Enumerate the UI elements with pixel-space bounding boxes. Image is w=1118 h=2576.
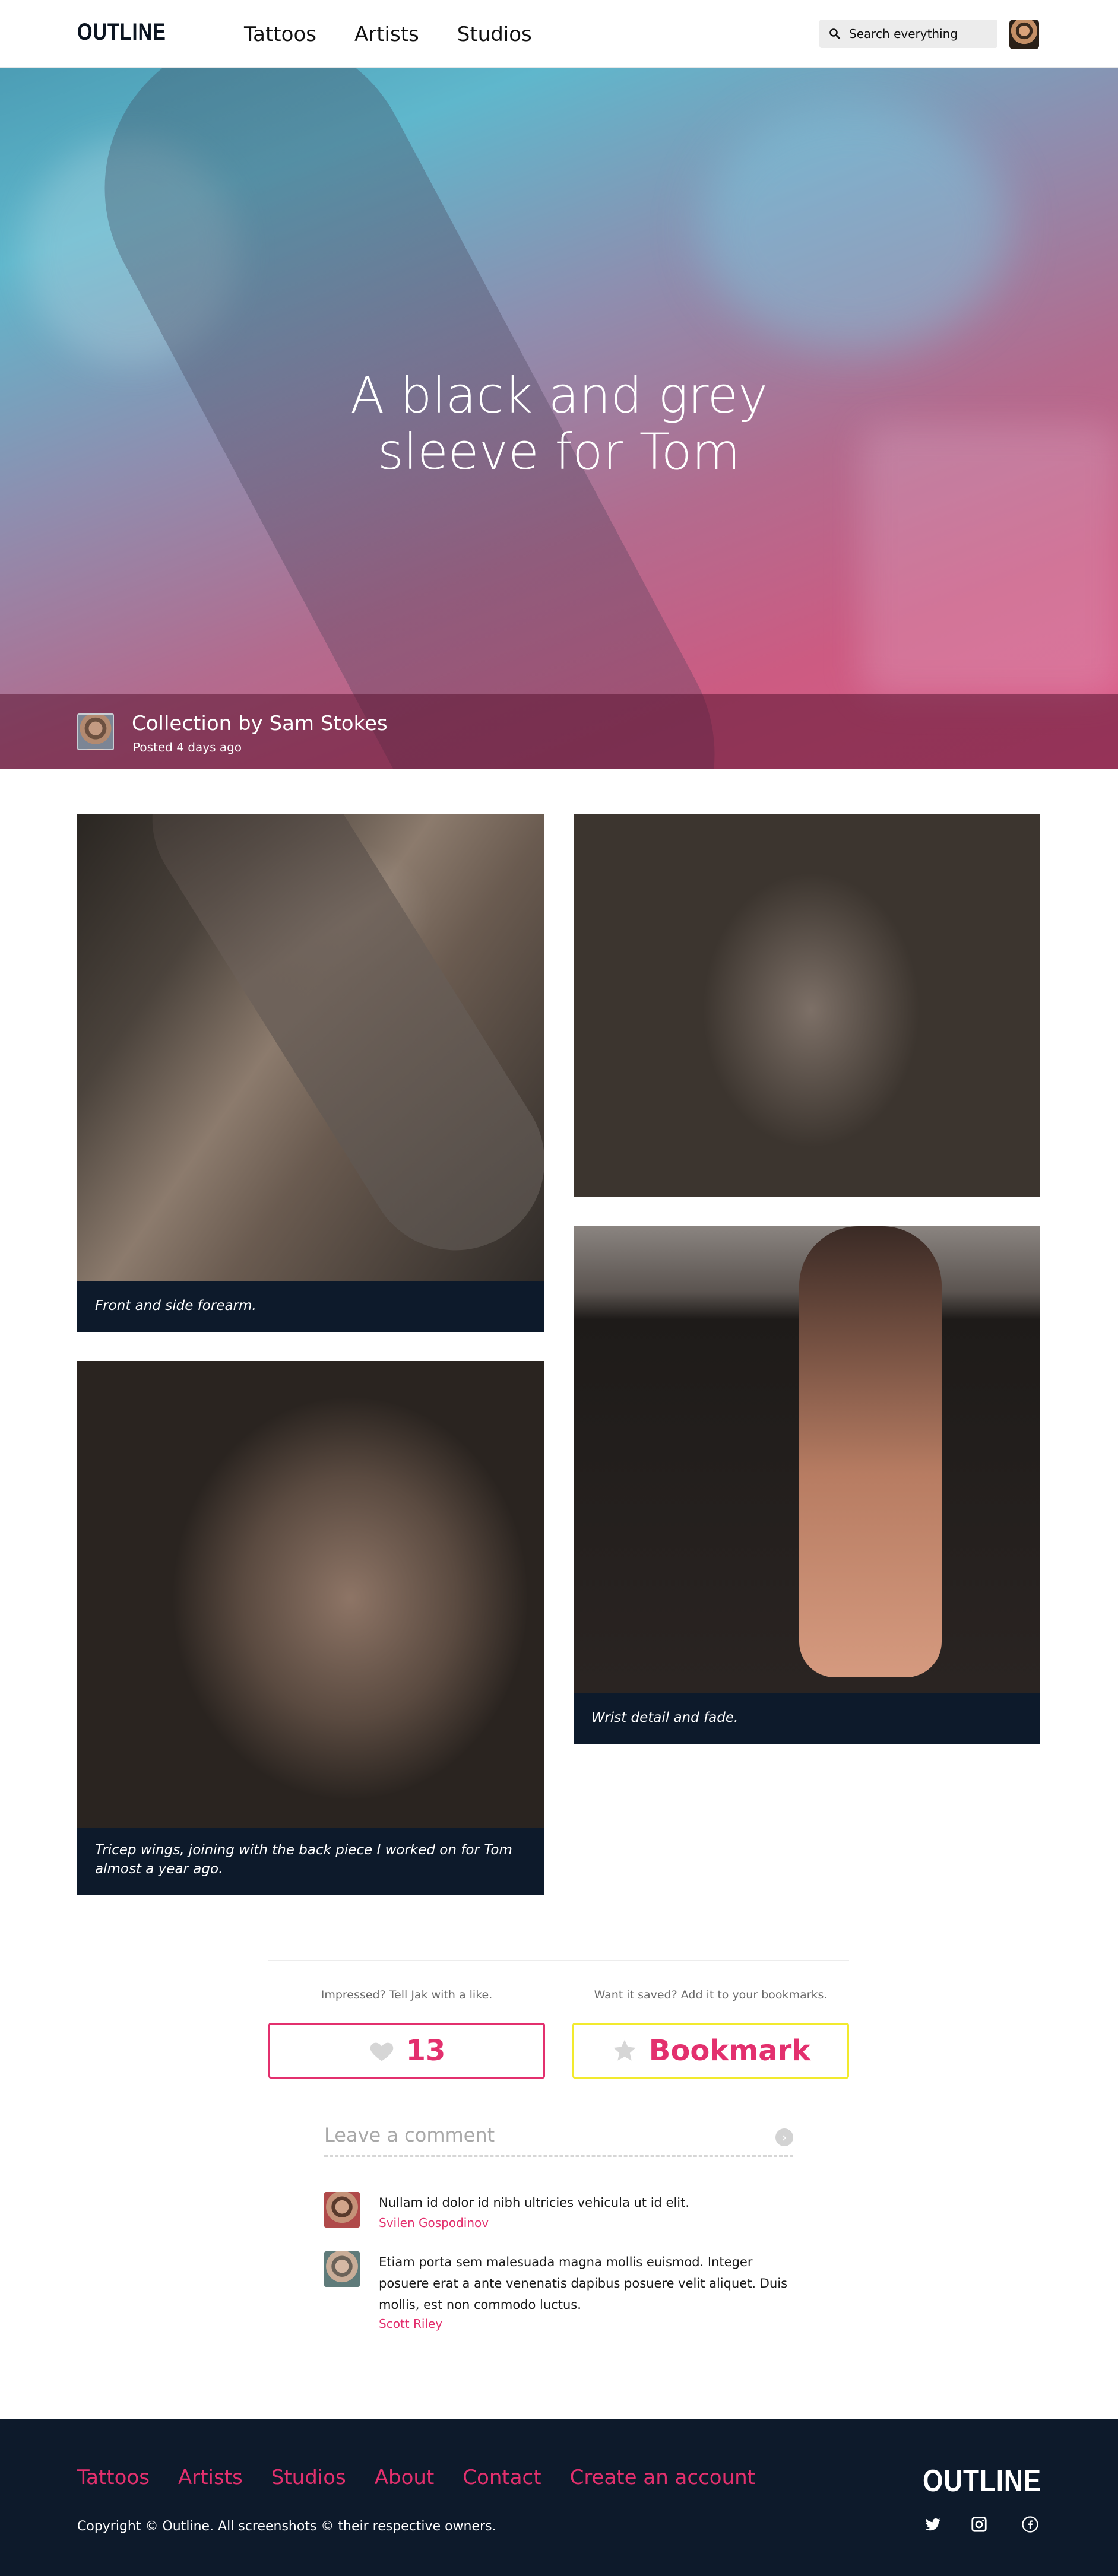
page-title-line1: A black and grey [350, 366, 768, 424]
bookmark-label: Bookmark [648, 2034, 811, 2067]
commenter-avatar[interactable] [324, 2192, 360, 2228]
footer-link-about[interactable]: About [375, 2466, 435, 2489]
caption-tricep-line1: Tricep wings, joining with the back piec… [95, 1842, 512, 1858]
search-box[interactable] [819, 20, 997, 48]
comment-form: › [324, 2118, 793, 2157]
gallery-card-upper-arm[interactable] [574, 814, 1040, 1197]
like-hint: Impressed? Tell Jak with a like. [321, 1988, 493, 2001]
comment-text: Etiam porta sem malesuada magna mollis e… [379, 2251, 788, 2315]
commenter-avatar[interactable] [324, 2251, 360, 2287]
hero-background-glow [701, 103, 1009, 353]
main-nav: Tattoos Artists Studios [244, 23, 532, 46]
facebook-icon[interactable] [1020, 2514, 1040, 2534]
site-footer: Tattoos Artists Studios About Contact Cr… [0, 2419, 1118, 2576]
footer-link-create-account[interactable]: Create an account [570, 2466, 755, 2489]
star-icon [613, 2039, 636, 2061]
gallery-card-tricep[interactable]: Tricep wings, joining with the back piec… [77, 1361, 544, 1895]
comment-author[interactable]: Scott Riley [379, 2317, 442, 2331]
caption-forearm: Front and side forearm. [95, 1298, 256, 1314]
page-title-line2: sleeve for Tom [377, 423, 740, 481]
tattoo-photo-wrist[interactable] [574, 1226, 1040, 1693]
caption-wrist: Wrist detail and fade. [591, 1710, 739, 1725]
footer-link-tattoos[interactable]: Tattoos [77, 2466, 150, 2489]
posted-time: Posted 4 days ago [133, 740, 242, 754]
author-avatar[interactable] [77, 713, 114, 750]
instagram-icon[interactable] [969, 2514, 989, 2534]
twitter-icon[interactable] [923, 2514, 943, 2534]
tattoo-photo-tricep[interactable] [77, 1361, 544, 1828]
footer-nav: Tattoos Artists Studios About Contact Cr… [77, 2466, 755, 2489]
comment-text: Nullam id dolor id nibh ultricies vehicu… [379, 2196, 690, 2210]
comment-author[interactable]: Svilen Gospodinov [379, 2216, 489, 2230]
footer-logo[interactable]: OUTLINE [923, 2463, 1041, 2499]
site-header: OUTLINE Tattoos Artists Studios [0, 0, 1118, 68]
author-bar: Collection by Sam Stokes Posted 4 days a… [0, 694, 1118, 769]
comment-text-line2: posuere erat a ante venenatis dapibus po… [379, 2276, 788, 2291]
user-avatar[interactable] [1009, 20, 1039, 49]
comment-input[interactable] [324, 2124, 740, 2146]
like-count: 13 [406, 2034, 446, 2067]
footer-link-studios[interactable]: Studios [271, 2466, 346, 2489]
heart-icon [370, 2042, 393, 2061]
site-logo[interactable]: OUTLINE [77, 19, 166, 46]
footer-link-artists[interactable]: Artists [178, 2466, 243, 2489]
wrist-shape [799, 1226, 942, 1677]
tattoo-photo-upper-arm[interactable] [574, 814, 1040, 1197]
send-comment-icon[interactable]: › [775, 2128, 793, 2146]
bookmark-hint: Want it saved? Add it to your bookmarks. [594, 1988, 828, 2001]
tattoo-photo-forearm[interactable] [77, 814, 544, 1284]
bookmark-button[interactable]: Bookmark [572, 2023, 849, 2079]
nav-studios[interactable]: Studios [457, 23, 532, 46]
comment-text-line1: Etiam porta sem malesuada magna mollis e… [379, 2255, 753, 2269]
gallery-card-forearm[interactable]: Front and side forearm. [77, 814, 544, 1332]
gallery-card-wrist[interactable]: Wrist detail and fade. [574, 1226, 1040, 1744]
page-title: A black and grey sleeve for Tom [0, 367, 1118, 480]
nav-artists[interactable]: Artists [354, 23, 419, 46]
forearm-shape [119, 814, 544, 1284]
nav-tattoos[interactable]: Tattoos [244, 23, 316, 46]
search-icon [829, 28, 840, 39]
copyright-text: Copyright © Outline. All screenshots © t… [77, 2519, 496, 2534]
search-input[interactable] [849, 27, 992, 41]
collection-author[interactable]: Collection by Sam Stokes [132, 712, 388, 735]
caption-tricep-line2: almost a year ago. [95, 1861, 223, 1877]
like-button[interactable]: 13 [268, 2023, 545, 2079]
footer-link-contact[interactable]: Contact [463, 2466, 541, 2489]
comment-text-line3: mollis, est non commodo luctus. [379, 2298, 581, 2312]
caption-tricep: Tricep wings, joining with the back piec… [95, 1841, 522, 1879]
hero-banner: A black and grey sleeve for Tom Collecti… [0, 68, 1118, 769]
section-divider [268, 1960, 849, 1961]
